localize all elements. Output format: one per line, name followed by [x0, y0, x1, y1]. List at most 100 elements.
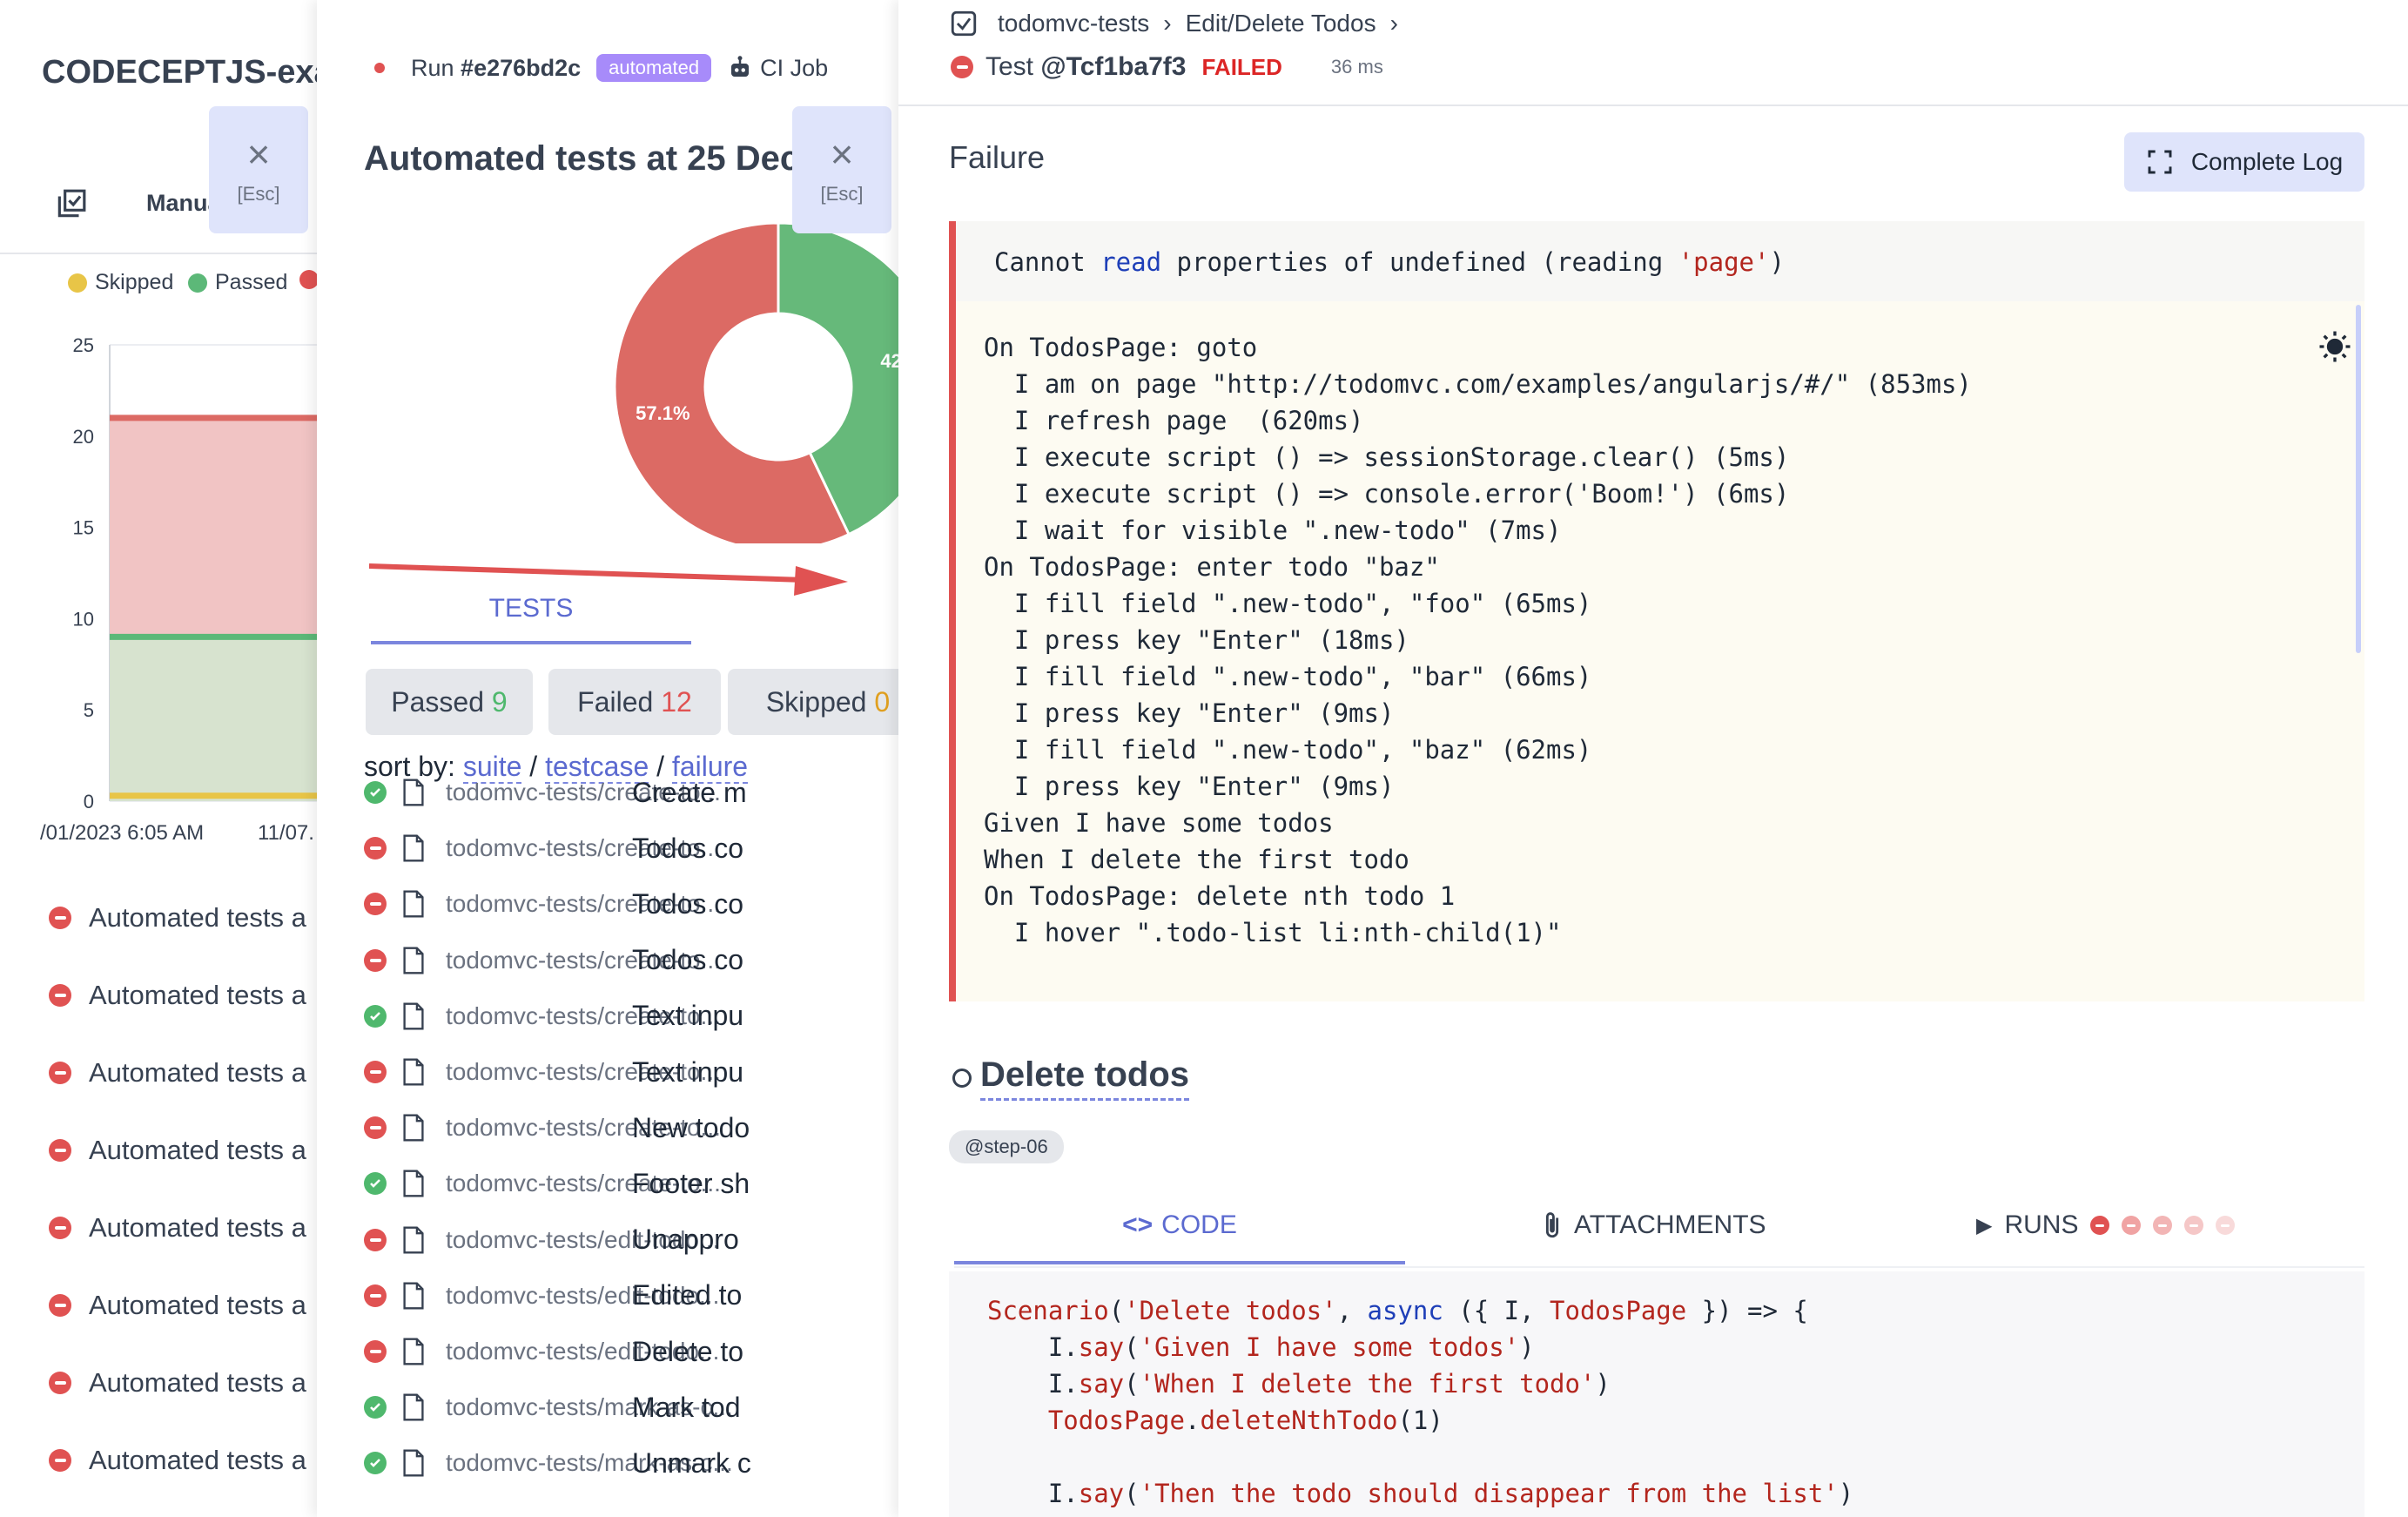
step-title-text[interactable]: Delete todos	[980, 1055, 1190, 1101]
legend-failed[interactable]	[299, 270, 317, 289]
breadcrumb-test[interactable]: Edit/Delete Todos	[1186, 10, 1376, 37]
complete-log-button[interactable]: Complete Log	[2124, 132, 2364, 192]
code-line: I.say('Given I have some todos')	[987, 1329, 1853, 1365]
run-list-item[interactable]: Automated tests a	[49, 902, 306, 934]
run-result-pip[interactable]	[2184, 1216, 2204, 1235]
test-row[interactable]: todomvc-tests/create-to... Footer sh	[364, 1157, 898, 1210]
test-row[interactable]: todomvc-tests/edit-todo... Delete to	[364, 1325, 898, 1378]
test-row[interactable]: todomvc-tests/mark-as-c... Mark tod	[364, 1381, 898, 1433]
tab-code-label: CODE	[1161, 1210, 1237, 1239]
run-list-item[interactable]: Automated tests a	[49, 1057, 306, 1089]
tab-runs[interactable]: ▶ RUNS	[1976, 1210, 2236, 1240]
ci-job-label[interactable]: CI Job	[760, 55, 828, 82]
esc-hint: [Esc]	[237, 183, 280, 205]
run-label: Run	[411, 54, 454, 81]
failed-status-icon	[364, 1116, 387, 1140]
run-result-pip[interactable]	[2216, 1216, 2236, 1235]
breadcrumb-suite[interactable]: todomvc-tests	[998, 10, 1149, 37]
tab-runs-label: RUNS	[2004, 1210, 2079, 1239]
filter-skipped[interactable]: Skipped 0	[728, 669, 898, 735]
divider	[0, 253, 317, 254]
file-icon	[403, 1002, 424, 1030]
run-result-pip[interactable]	[2153, 1216, 2173, 1235]
run-list-item[interactable]: Automated tests a	[49, 1367, 306, 1399]
log-line: I press key "Enter" (18ms)	[984, 625, 1409, 655]
failed-status-icon	[49, 1449, 71, 1472]
code-token: )	[1519, 1332, 1535, 1362]
file-icon	[403, 1226, 424, 1254]
test-title: Edited to	[632, 1279, 743, 1311]
check-icon	[370, 1459, 380, 1468]
test-row[interactable]: todomvc-tests/create-to... Text inpu	[364, 1046, 898, 1098]
code-token: TodosPage	[987, 1406, 1185, 1435]
run-title: Automated tests a	[89, 1212, 306, 1243]
sun-icon[interactable]	[2317, 329, 2352, 364]
test-title: Unmark c	[632, 1446, 751, 1479]
legend-label: Passed	[215, 270, 288, 294]
test-row[interactable]: todomvc-tests/create-to... Text inpu	[364, 990, 898, 1042]
file-icon	[403, 890, 424, 918]
run-result-pip[interactable]	[2122, 1216, 2142, 1235]
file-icon	[403, 1393, 424, 1421]
test-row[interactable]: todomvc-tests/create-to... Todos co	[364, 878, 898, 930]
failed-status-icon	[49, 1372, 71, 1394]
error-message: Cannot read properties of undefined (rea…	[956, 221, 2364, 301]
code-viewer: Scenario('Delete todos', async ({ I, Tod…	[949, 1271, 2364, 1517]
close-project-button[interactable]: × [Esc]	[209, 106, 308, 233]
legend-swatch	[188, 273, 207, 293]
run-title: Automated tests a	[89, 1290, 306, 1320]
test-row[interactable]: todomvc-tests/mark-as-c... Unmark c	[364, 1437, 898, 1489]
log-scrollbar[interactable]	[2356, 305, 2361, 653]
log-line: I press key "Enter" (9ms)	[984, 698, 1395, 728]
code-token: )	[1595, 1369, 1611, 1399]
filter-failed[interactable]: Failed 12	[548, 669, 721, 735]
file-icon	[403, 1114, 424, 1142]
checklist-icon[interactable]	[54, 188, 87, 221]
test-row[interactable]: todomvc-tests/create-to... Todos co	[364, 822, 898, 874]
test-row[interactable]: todomvc-tests/create-to... New todo	[364, 1102, 898, 1154]
test-row[interactable]: todomvc-tests/create-to... Todos co	[364, 934, 898, 987]
test-title: Todos co	[632, 887, 744, 920]
legend-skipped[interactable]: Skipped	[68, 270, 173, 295]
tab-tests[interactable]: TESTS	[371, 594, 691, 644]
passed-status-icon	[364, 1452, 387, 1475]
run-list-item[interactable]: Automated tests a	[49, 1212, 306, 1244]
close-icon: ×	[246, 131, 271, 177]
esc-hint: [Esc]	[820, 183, 864, 205]
run-result-pip[interactable]	[2090, 1216, 2110, 1235]
check-icon	[370, 1011, 380, 1021]
test-title: Todos co	[632, 944, 744, 976]
legend-passed[interactable]: Passed	[188, 270, 287, 295]
test-row[interactable]: todomvc-tests/create-to... Create m	[364, 766, 898, 819]
code-token: 'When I delete the first todo'	[1139, 1369, 1596, 1399]
log-line: On TodosPage: goto	[984, 333, 1258, 362]
test-status: FAILED	[1201, 53, 1282, 80]
legend-label: Skipped	[95, 270, 174, 294]
x-tick-label: /01/2023 6:05 AM	[40, 821, 204, 845]
file-icon	[403, 1338, 424, 1365]
run-list-item[interactable]: Automated tests a	[49, 1445, 306, 1476]
code-token: say	[1078, 1479, 1125, 1508]
close-run-button[interactable]: × [Esc]	[792, 106, 891, 233]
run-list-item[interactable]: Automated tests a	[49, 1135, 306, 1166]
log-line: I hover ".todo-list li:nth-child(1)"	[984, 918, 1562, 947]
run-list-item[interactable]: Automated tests a	[49, 980, 306, 1011]
error-string: 'page'	[1678, 247, 1770, 277]
passed-status-icon	[364, 1172, 387, 1196]
test-row[interactable]: todomvc-tests/edit-todo... Unappro	[364, 1214, 898, 1266]
expand-icon	[2148, 150, 2172, 174]
tab-code[interactable]: <> CODE	[954, 1210, 1405, 1264]
step-tag[interactable]: @step-06	[949, 1130, 1064, 1163]
passed-status-icon	[364, 1004, 387, 1028]
filter-passed[interactable]: Passed 9	[366, 669, 533, 735]
test-row[interactable]: todomvc-tests/edit-todo... Edited to	[364, 1270, 898, 1322]
run-list-item[interactable]: Automated tests a	[49, 1290, 306, 1321]
log-line: I fill field ".new-todo", "baz" (62ms)	[984, 735, 1592, 765]
tab-attachments[interactable]: ATTACHMENTS	[1541, 1210, 1766, 1240]
test-detail-panel: todomvc-tests › Edit/Delete Todos › Test…	[898, 0, 2408, 1517]
log-line: I fill field ".new-todo", "foo" (65ms)	[984, 589, 1592, 618]
failed-status-icon	[49, 1217, 71, 1239]
file-icon	[403, 1058, 424, 1086]
y-tick-label: 15	[73, 517, 94, 539]
